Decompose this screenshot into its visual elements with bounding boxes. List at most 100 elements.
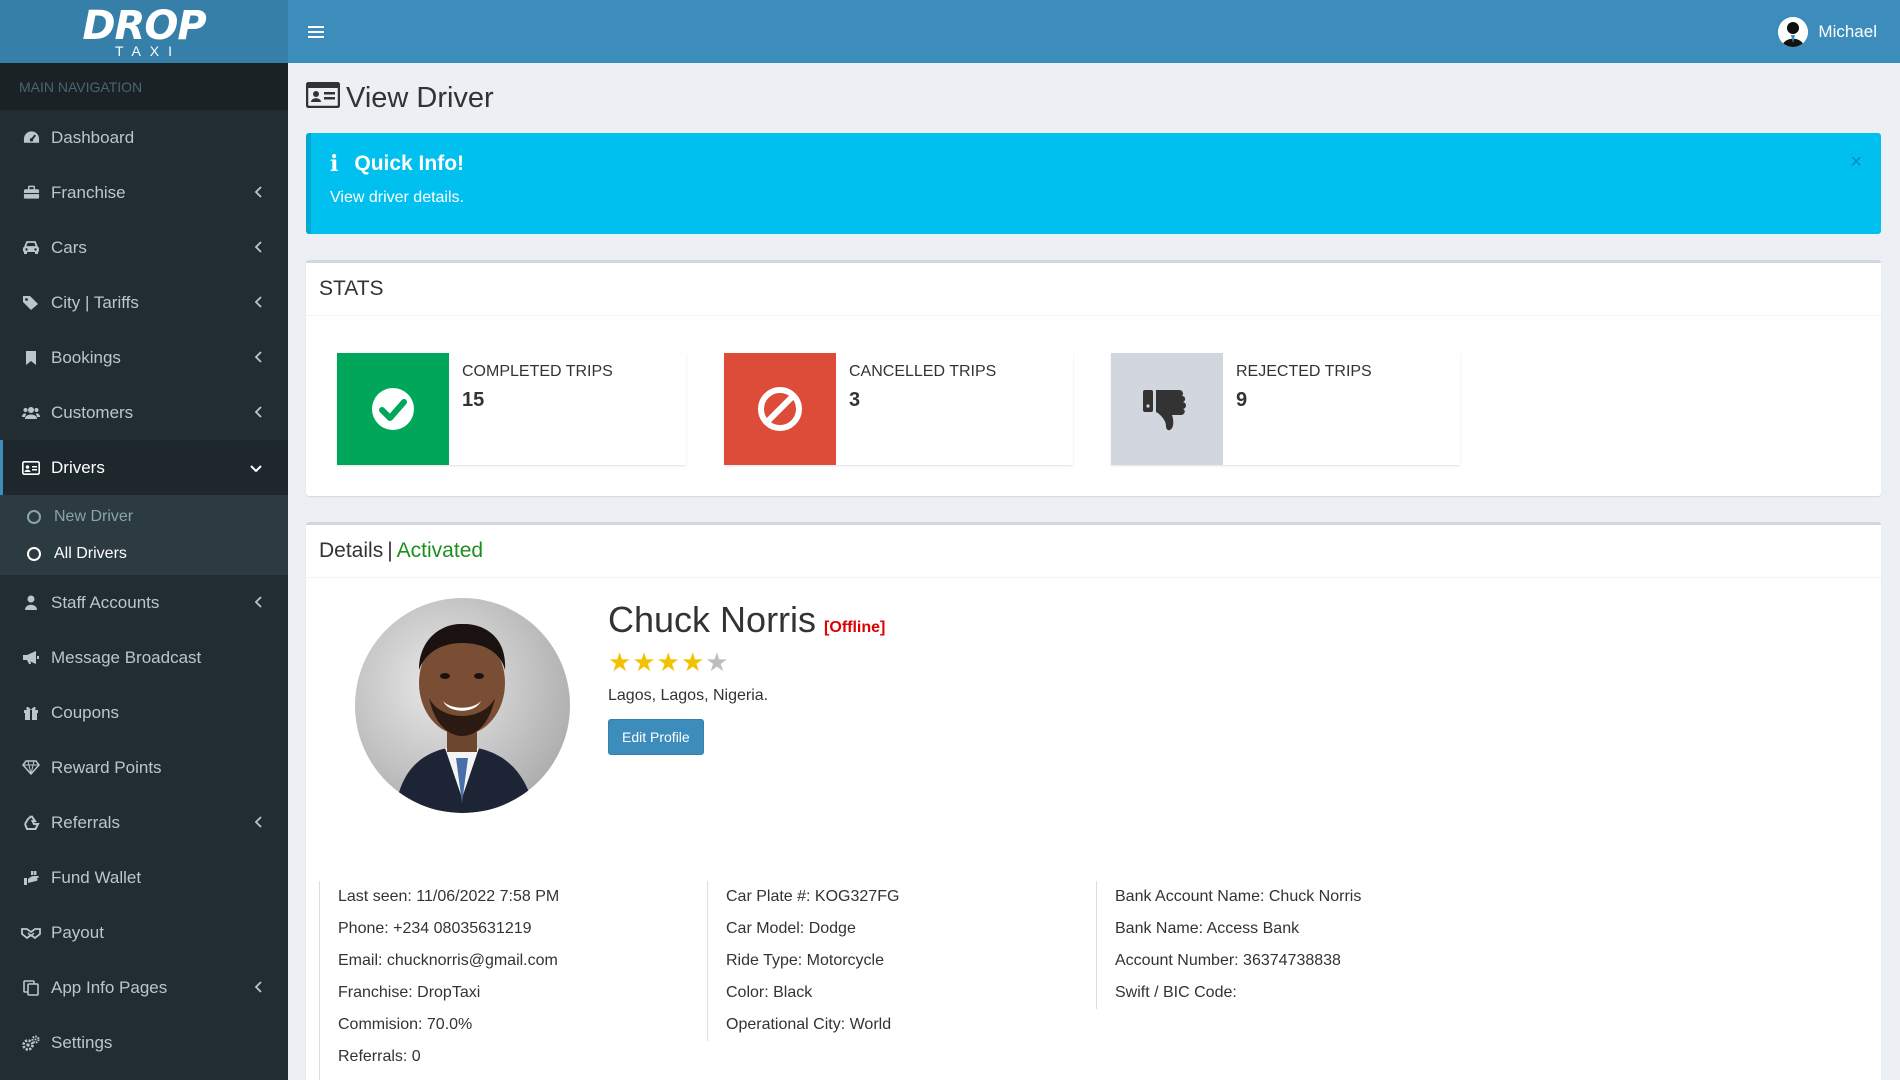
hand-icon [20, 870, 42, 886]
sidebar-item-cars[interactable]: Cars [0, 220, 288, 275]
sidebar-item-label: Cars [51, 237, 87, 257]
diamond-icon [20, 760, 42, 775]
sidebar-item-referrals[interactable]: Referrals [0, 795, 288, 850]
info-icon: i [330, 151, 339, 177]
sidebar-item-label: Fund Wallet [51, 867, 142, 887]
profile-summary: Chuck Norris [Offline] ★ ★ ★ ★ ★ Lagos, Lago… [608, 599, 885, 755]
detail-line: Car Model: Dodge [726, 920, 856, 937]
sidebar-item-app-info-pages[interactable]: App Info Pages [0, 960, 288, 1015]
detail-line: Referrals: 0 [338, 1048, 421, 1065]
sidebar-item-label: Drivers [51, 457, 105, 477]
detail-line: Email: chucknorris@gmail.com [338, 952, 558, 969]
page-header: View Driver [305, 63, 1881, 133]
user-icon [20, 595, 42, 610]
brand-logo[interactable]: DROP TAXI [0, 0, 288, 63]
details-title: Details [319, 539, 384, 562]
star-icon: ★ [680, 647, 705, 677]
handshake-icon [20, 926, 42, 940]
sidebar-item-label: Franchise [51, 182, 126, 202]
sidebar-item-label: City | Tariffs [51, 292, 139, 312]
chevron-left-icon [254, 240, 262, 256]
chevron-left-icon [254, 295, 262, 311]
stats-title: STATS [306, 263, 1881, 316]
star-icon: ★ [632, 647, 656, 677]
driver-photo [355, 598, 570, 813]
avatar [1778, 16, 1809, 47]
chevron-left-icon [254, 595, 262, 611]
user-menu[interactable]: Michael [1778, 16, 1877, 47]
stat-cancelled-trips: CANCELLED TRIPS 3 [724, 353, 1073, 465]
vehicle-details-column: Car Plate #: KOG327FG Car Model: Dodge Rid… [707, 881, 1096, 1041]
chevron-left-icon [254, 405, 262, 421]
personal-details-column: Last seen: 11/06/2022 7:58 PM Phone: +234… [319, 881, 707, 1080]
sidebar-item-bookings[interactable]: Bookings [0, 330, 288, 385]
detail-line: Franchise: DropTaxi [338, 984, 481, 1001]
sidebar-item-staff-accounts[interactable]: Staff Accounts [0, 575, 288, 630]
topbar: Michael [288, 0, 1900, 63]
details-separator: | [387, 539, 393, 562]
detail-line: Operational City: World [726, 1016, 892, 1033]
driver-name: Chuck Norris [608, 599, 817, 640]
sidebar-item-label: Settings [51, 1032, 113, 1052]
main-content: View Driver i Quick Info! View driver de… [305, 63, 1881, 1080]
sidebar-item-city-tariffs[interactable]: City | Tariffs [0, 275, 288, 330]
briefcase-icon [20, 185, 42, 200]
sidebar-item-dashboard[interactable]: Dashboard [0, 110, 288, 165]
chevron-left-icon [254, 350, 262, 366]
menu-toggle-icon[interactable] [308, 25, 324, 38]
star-icon: ★ [705, 647, 729, 677]
copy-icon [20, 979, 42, 996]
star-icon: ★ [656, 647, 680, 677]
sidebar-item-coupons[interactable]: Coupons [0, 685, 288, 740]
stat-value: 15 [462, 389, 485, 411]
sidebar-item-label: Message Broadcast [51, 647, 202, 667]
detail-line: Ride Type: Motorcycle [726, 952, 884, 969]
sidebar-item-customers[interactable]: Customers [0, 385, 288, 440]
sidebar-item-reward-points[interactable]: Reward Points [0, 740, 288, 795]
detail-line: Bank Name: Access Bank [1115, 920, 1300, 937]
submenu-item-new-driver[interactable]: New Driver [0, 498, 288, 535]
chevron-left-icon [254, 185, 262, 201]
online-status-badge: [Offline] [824, 619, 886, 636]
sidebar-item-label: Dashboard [51, 127, 135, 147]
sidebar-item-fund-wallet[interactable]: Fund Wallet [0, 850, 288, 905]
sidebar-item-label: Coupons [51, 702, 120, 722]
detail-line: Wallet Amount: $8852.90 [338, 1073, 707, 1080]
car-icon [20, 240, 42, 255]
rating-stars: ★ ★ ★ ★ ★ [608, 649, 885, 675]
chevron-left-icon [254, 815, 262, 831]
check-circle-icon [337, 353, 449, 465]
detail-line: Account Number: 36374738838 [1115, 952, 1341, 969]
sidebar-item-drivers[interactable]: Drivers [0, 440, 288, 495]
ban-icon [724, 353, 836, 465]
bookmark-icon [20, 350, 42, 365]
sidebar-item-label: App Info Pages [51, 977, 168, 997]
dashboard-icon [20, 130, 42, 145]
detail-line: Phone: +234 08035631219 [338, 920, 532, 937]
details-box: Details | Activated Chuck Norris [Offlin… [306, 522, 1881, 1080]
stats-body: COMPLETED TRIPS 15 CANCELLED TRIPS 3 REJECTE… [306, 316, 1881, 496]
edit-profile-button[interactable]: Edit Profile [608, 719, 704, 755]
submenu-item-all-drivers[interactable]: All Drivers [0, 535, 288, 572]
sidebar-item-message-broadcast[interactable]: Message Broadcast [0, 630, 288, 685]
users-icon [20, 405, 42, 420]
detail-line: Swift / BIC Code: [1115, 984, 1237, 1001]
stat-value: 9 [1236, 389, 1248, 411]
sidebar-item-payout[interactable]: Payout [0, 905, 288, 960]
sidebar-item-label: Bookings [51, 347, 121, 367]
detail-line: Color: Black [726, 984, 813, 1001]
detail-line: Last seen: 11/06/2022 7:58 PM [338, 888, 560, 905]
sidebar-item-settings[interactable]: Settings [0, 1015, 288, 1070]
detail-line: Car Plate #: KOG327FG [726, 888, 900, 905]
callout-title: Quick Info! [354, 152, 465, 175]
quick-info-callout: i Quick Info! View driver details. × [306, 133, 1881, 234]
drivers-submenu: New Driver All Drivers [0, 495, 288, 575]
details-header: Details | Activated [306, 525, 1881, 578]
gift-icon [20, 705, 42, 720]
sidebar-item-label: Payout [51, 922, 104, 942]
user-name: Michael [1818, 21, 1877, 41]
sidebar-item-franchise[interactable]: Franchise [0, 165, 288, 220]
stat-rejected-trips: REJECTED TRIPS 9 [1111, 353, 1460, 465]
submenu-item-label: New Driver [54, 507, 134, 525]
close-icon[interactable]: × [1850, 151, 1862, 174]
